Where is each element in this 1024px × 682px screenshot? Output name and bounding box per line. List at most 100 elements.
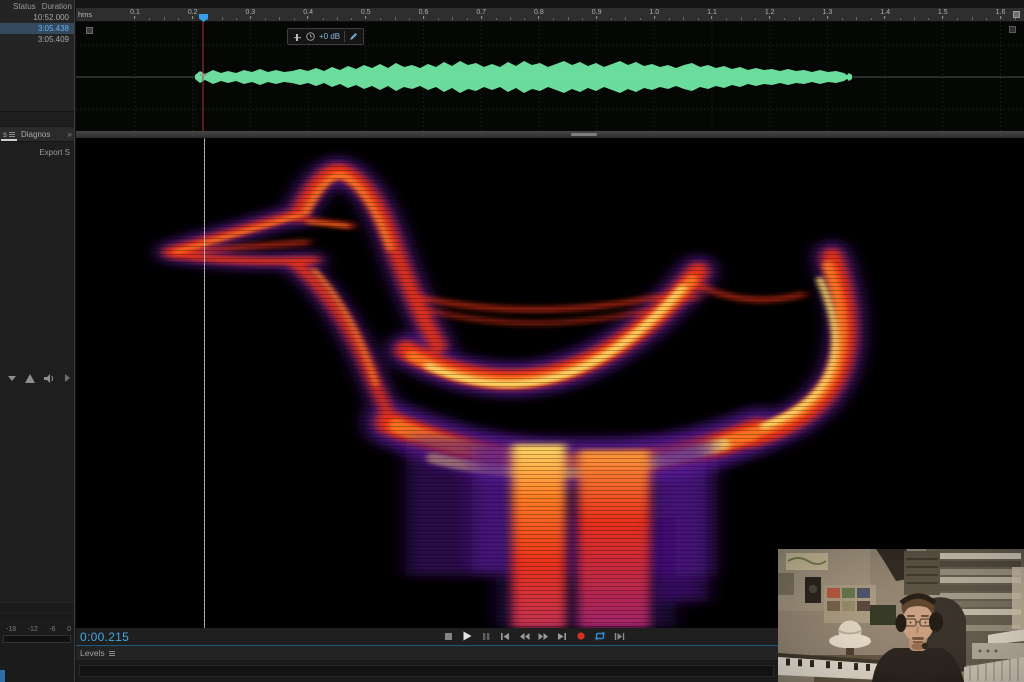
status-duration-header: Status Duration <box>0 0 74 12</box>
ruler-minor-tick <box>524 18 525 20</box>
pause-button[interactable] <box>480 630 492 642</box>
tab-diagnostics-label: Diagnos <box>21 130 50 139</box>
rewind-button[interactable] <box>518 630 530 642</box>
duration-row[interactable]: 10:52.000 <box>0 12 74 23</box>
tab-truncated[interactable]: s <box>0 127 18 141</box>
ruler-minor-tick <box>669 18 670 20</box>
timeline-ruler[interactable]: hms 0.10.20.30.40.50.60.70.80.91.01.11.2… <box>76 8 1024 22</box>
duration-row[interactable]: 3:05.409 <box>0 34 74 45</box>
ruler-minor-tick <box>553 18 554 20</box>
ruler-tick: 0.5 <box>361 9 371 19</box>
hud-volume-value[interactable]: +0 dB <box>319 32 340 41</box>
level-meter-strip <box>3 635 71 643</box>
ruler-minor-tick <box>438 18 439 20</box>
ruler-minor-tick <box>741 17 742 20</box>
transport-buttons <box>442 630 625 642</box>
caret-down-icon[interactable] <box>8 375 16 381</box>
ruler-minor-tick <box>265 18 266 20</box>
pencil-icon[interactable] <box>349 32 358 41</box>
ruler-minor-tick <box>236 18 237 20</box>
ruler-minor-tick <box>409 18 410 20</box>
ruler-minor-tick <box>900 18 901 20</box>
ruler-menu-icon[interactable] <box>1013 11 1020 18</box>
duration-row[interactable]: 3:05.438 <box>0 23 74 34</box>
wave-panel-icon[interactable] <box>86 27 93 34</box>
divider-grip[interactable] <box>571 133 597 136</box>
meter-row <box>0 613 74 623</box>
dock-meter-panel: -18-12-60 <box>0 602 74 682</box>
meter-row <box>0 603 74 613</box>
status-rows: 10:52.0003:05.4383:05.409 <box>0 12 74 45</box>
ruler-minor-tick <box>640 18 641 20</box>
play-button[interactable] <box>461 630 473 642</box>
ruler-minor-tick <box>452 17 453 20</box>
status-column-header: Status <box>13 2 36 11</box>
ruler-tick: 0.1 <box>130 9 140 19</box>
ruler-minor-tick <box>871 18 872 20</box>
ruler-minor-tick <box>178 18 179 20</box>
loop-button[interactable] <box>594 630 606 642</box>
ruler-minor-tick <box>755 18 756 20</box>
chevron-right-icon[interactable] <box>64 374 70 382</box>
tab-truncated-label: s <box>3 130 7 139</box>
ruler-unit-label: hms <box>78 10 92 19</box>
levels-triangle-icon[interactable] <box>25 374 35 383</box>
ruler-tick: 1.5 <box>938 9 948 19</box>
time-display[interactable]: 0:00.215 <box>80 630 129 644</box>
ruler-minor-tick <box>784 18 785 20</box>
skip-to-end-button[interactable] <box>556 630 568 642</box>
skip-selection-button[interactable] <box>613 630 625 642</box>
status-duration-panel: Status Duration 10:52.0003:05.4383:05.40… <box>0 0 74 112</box>
ruler-tick: 1.4 <box>880 9 890 19</box>
ruler-minor-tick <box>323 18 324 20</box>
playhead-handle[interactable] <box>199 14 208 22</box>
ruler-minor-tick <box>467 18 468 20</box>
left-dock-panel: Status Duration 10:52.0003:05.4383:05.40… <box>0 0 75 682</box>
export-settings-button[interactable]: Export S <box>0 148 74 157</box>
ruler-minor-tick <box>395 17 396 20</box>
ruler-tick: 1.1 <box>707 9 717 19</box>
speaker-icon[interactable] <box>44 374 55 383</box>
ruler-minor-tick <box>914 17 915 20</box>
ruler-minor-tick <box>726 18 727 20</box>
ruler-minor-tick <box>294 18 295 20</box>
volume-hud[interactable]: +0 dB <box>287 28 364 45</box>
editor-top-strip <box>76 0 1024 8</box>
ruler-minor-tick <box>799 17 800 20</box>
webcam-overlay <box>778 545 1024 682</box>
fast-forward-button[interactable] <box>537 630 549 642</box>
playhead-grab-tick <box>200 74 207 76</box>
panel-menu-icon[interactable] <box>9 132 15 137</box>
levels-menu-icon[interactable] <box>109 651 115 656</box>
ruler-minor-tick <box>611 18 612 20</box>
ruler-tick: 0.4 <box>303 9 313 19</box>
audition-app-window: Status Duration 10:52.0003:05.4383:05.40… <box>0 0 1024 682</box>
ruler-minor-tick <box>337 17 338 20</box>
waveform-panel[interactable]: +0 dB <box>76 22 1024 131</box>
meter-scale-value: -18 <box>6 626 16 633</box>
ruler-tick: 0.9 <box>592 9 602 19</box>
ruler-tick: 1.2 <box>765 9 775 19</box>
ruler-minor-tick <box>928 18 929 20</box>
ruler-minor-tick <box>279 17 280 20</box>
panel-split-divider[interactable] <box>76 131 1024 138</box>
ruler-minor-tick <box>625 17 626 20</box>
ruler-tick: 0.8 <box>534 9 544 19</box>
ruler-tick: 0.3 <box>246 9 256 19</box>
ruler-minor-tick <box>510 17 511 20</box>
waveform-green <box>195 61 852 93</box>
skip-to-start-button[interactable] <box>499 630 511 642</box>
tab-overflow-chevron-icon[interactable]: » <box>68 130 74 139</box>
ruler-minor-tick <box>496 18 497 20</box>
tab-diagnostics[interactable]: Diagnos <box>18 127 53 141</box>
ruler-minor-tick <box>380 18 381 20</box>
wave-panel-menu-icon[interactable] <box>1009 26 1016 33</box>
ruler-tick: 0.2 <box>188 9 198 19</box>
meter-db-scale: -18-12-60 <box>0 623 74 633</box>
ruler-minor-tick <box>149 18 150 20</box>
ruler-minor-tick <box>1015 18 1016 20</box>
stop-button[interactable] <box>442 630 454 642</box>
record-button[interactable] <box>575 630 587 642</box>
ruler-tick: 1.3 <box>823 9 833 19</box>
meter-scale-value: -6 <box>49 626 55 633</box>
